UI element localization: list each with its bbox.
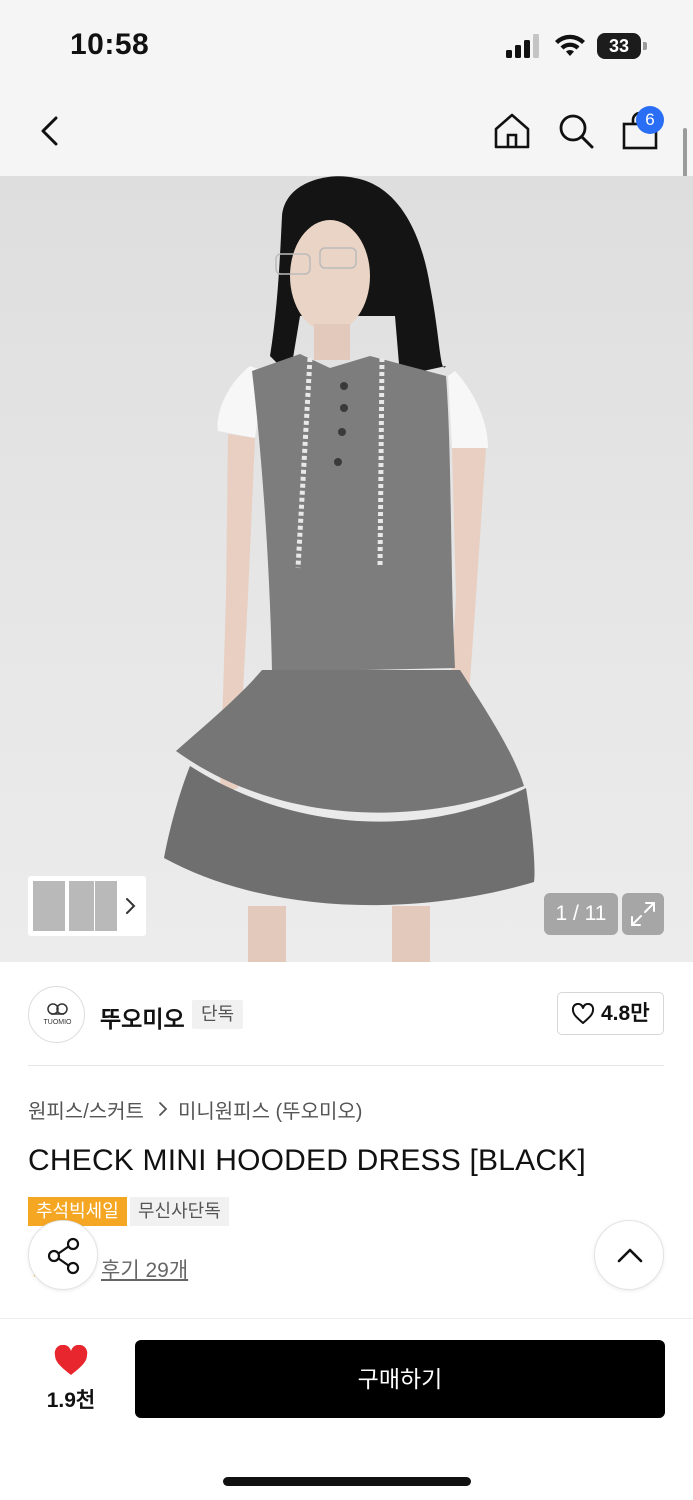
chevron-right-icon[interactable] [124,894,138,918]
buy-button[interactable]: 구매하기 [135,1340,665,1418]
breadcrumb-category[interactable]: 원피스/스커트 [28,1095,144,1124]
brand-logo[interactable]: TUOMIO [28,986,85,1043]
nav-bar [0,90,693,176]
brand-logo-mark [47,1003,68,1015]
heart-filled-icon[interactable] [53,1345,89,1377]
divider [28,1065,664,1066]
musinsa-exclusive-tag: 무신사단독 [130,1197,229,1226]
share-icon [47,1237,80,1275]
heart-outline-icon [571,1003,595,1024]
wish-count: 1.9천 [46,1389,96,1412]
battery-tip [643,42,647,50]
brand-like-count: 4.8만 [601,1002,650,1025]
expand-button[interactable] [622,893,664,935]
expand-icon [631,902,655,926]
breadcrumb: 원피스/스커트 미니원피스 (뚜오미오) [28,1094,362,1124]
cellular-signal-icon [506,34,539,58]
brand-logo-text: TUOMIO [43,1019,72,1026]
image-thumbnail-strip[interactable] [28,876,146,936]
model-photo [164,176,535,962]
thumbnail-image[interactable] [94,880,118,932]
home-indicator[interactable] [223,1477,471,1486]
review-link[interactable]: 후기 29개 [101,1254,188,1284]
product-title: CHECK MINI HOODED DRESS [BLACK] [28,1144,586,1177]
thumbnail-image[interactable] [32,880,66,932]
brand-like-button[interactable]: 4.8만 [557,992,664,1035]
product-image[interactable] [0,176,693,962]
home-icon[interactable] [492,110,532,152]
brand-name[interactable]: 뚜오미오 [100,1000,185,1034]
exclusive-tag: 단독 [192,1000,244,1029]
status-time: 10:58 [70,28,150,61]
image-counter: 1 / 11 [544,893,618,935]
status-bar: 10:58 33 [0,0,693,90]
battery-level: 33 [608,36,630,56]
battery-icon: 33 [597,33,647,59]
wifi-icon [555,34,585,56]
share-button[interactable] [28,1220,98,1290]
scroll-top-button[interactable] [594,1220,664,1290]
chevron-right-icon [159,1102,168,1116]
cart-count-badge: 6 [636,106,664,134]
search-icon[interactable] [556,110,596,152]
chevron-up-icon [617,1248,643,1263]
breadcrumb-subcategory[interactable]: 미니원피스 (뚜오미오) [178,1095,362,1124]
back-arrow-icon[interactable] [34,110,74,152]
